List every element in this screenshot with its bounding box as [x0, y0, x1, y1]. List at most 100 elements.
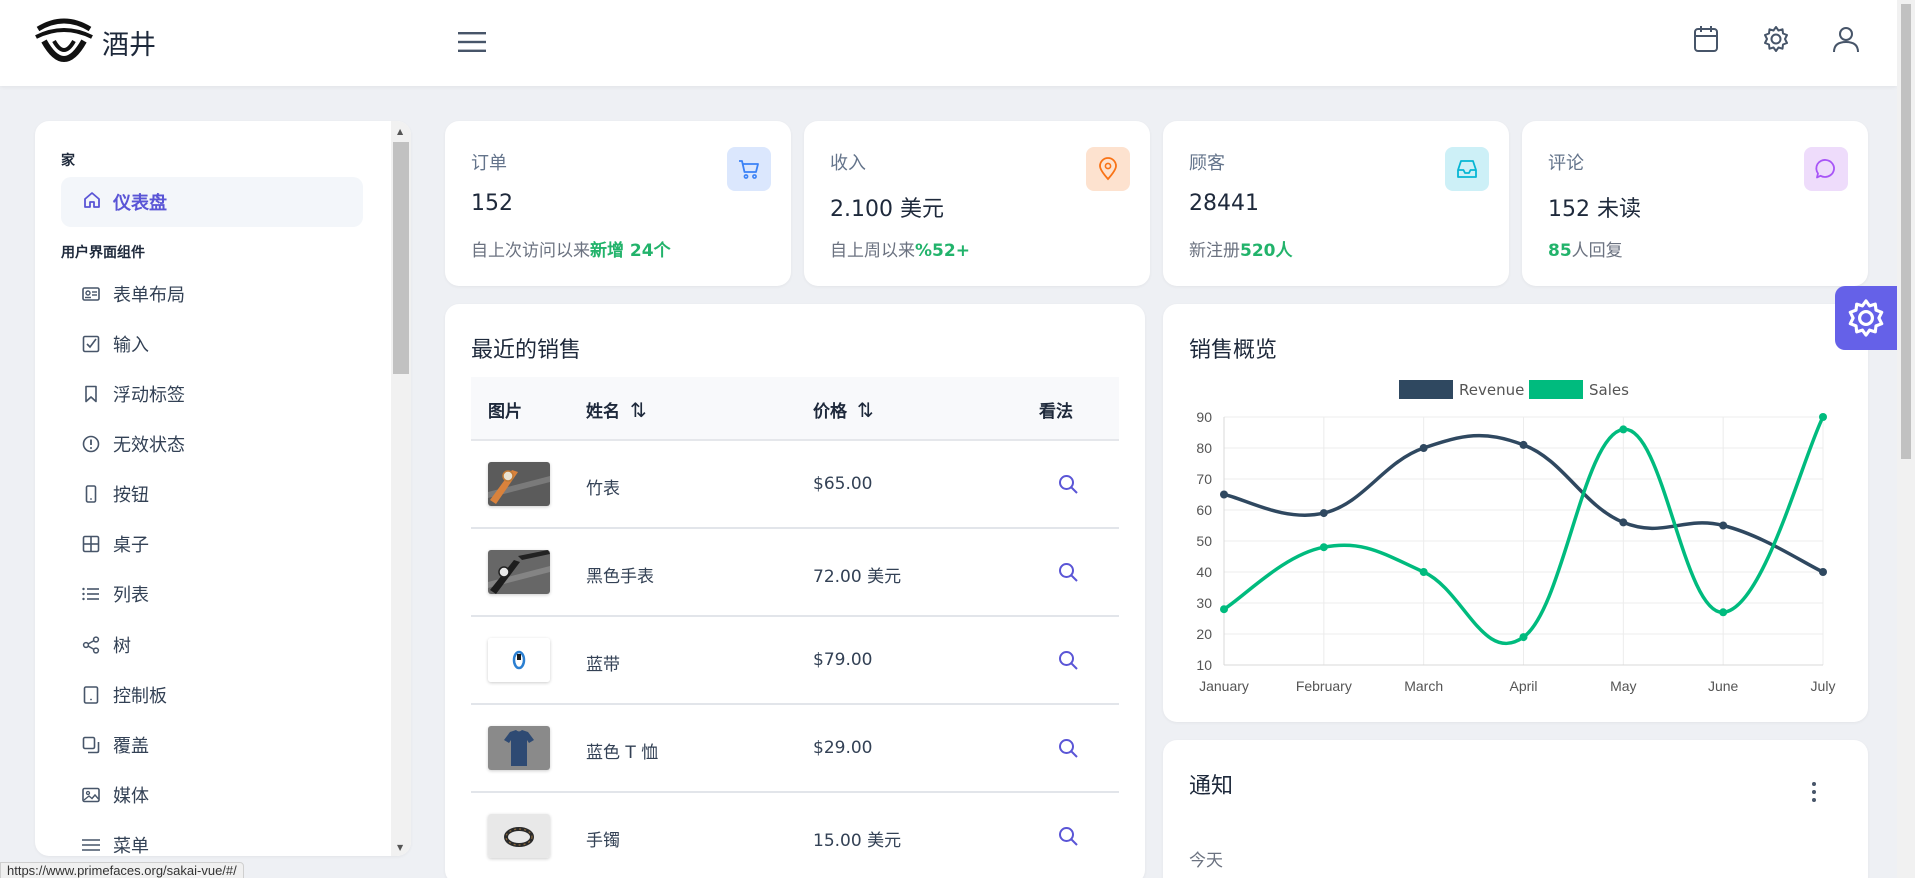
blue-tshirt-thumbnail — [488, 726, 550, 770]
more-options-button[interactable] — [1804, 780, 1824, 804]
calendar-button[interactable] — [1691, 24, 1721, 54]
image-icon — [81, 785, 101, 805]
list-icon — [81, 584, 101, 604]
data-point-revenue — [1419, 444, 1428, 452]
data-point-revenue — [1319, 509, 1328, 518]
sidebar-item-menu[interactable]: 菜单 — [81, 830, 149, 856]
id-card-icon — [81, 284, 101, 304]
product-name: 蓝带 — [586, 655, 620, 675]
sidebar-item-label: 按钮 — [113, 485, 149, 506]
sidebar-item-button[interactable]: 按钮 — [81, 479, 149, 509]
stat-card-customers: 顾客 28441 新注册520人 — [1163, 121, 1509, 286]
sidebar-item-table[interactable]: 桌子 — [81, 529, 149, 559]
table-row: 蓝带 $79.00 — [471, 617, 1119, 705]
profile-button[interactable] — [1831, 24, 1861, 54]
status-bar-url: https://www.primefaces.org/sakai-vue/#/ — [0, 862, 244, 878]
data-point-sales — [1519, 633, 1528, 642]
y-tick-label: 50 — [1196, 533, 1212, 549]
sidebar-item-tree[interactable]: 树 — [81, 630, 131, 660]
sidebar-item-float-label[interactable]: 浮动标签 — [81, 379, 185, 409]
inbox-icon — [1457, 160, 1477, 178]
sidebar-item-label: 树 — [113, 636, 131, 657]
topbar: 酒井 — [0, 0, 1897, 86]
sidebar-section-ui: 用户界面组件 — [61, 245, 145, 261]
sidebar-item-media[interactable]: 媒体 — [81, 780, 149, 810]
settings-button[interactable] — [1761, 24, 1791, 54]
data-point-sales — [1819, 413, 1827, 421]
y-tick-label: 60 — [1196, 502, 1212, 518]
table-row: 蓝色 T 恤 $29.00 — [471, 705, 1119, 793]
product-price: $79.00 — [813, 650, 873, 670]
layout-config-button[interactable] — [1835, 286, 1897, 350]
recent-sales-title: 最近的销售 — [471, 338, 582, 363]
stat-label: 顾客 — [1189, 153, 1225, 174]
menu-toggle-button[interactable] — [455, 25, 489, 59]
view-button[interactable] — [1055, 471, 1081, 497]
scroll-down-arrow-icon[interactable]: ▼ — [397, 843, 403, 852]
data-point-sales — [1619, 425, 1628, 434]
view-button[interactable] — [1055, 647, 1081, 673]
kebab-dot — [1812, 790, 1816, 794]
y-tick-label: 80 — [1196, 440, 1212, 456]
scroll-up-arrow-icon[interactable]: ▲ — [397, 127, 403, 136]
bracelet-thumbnail — [488, 814, 550, 858]
sidebar-item-panel[interactable]: 控制板 — [81, 680, 167, 710]
stat-value: 28441 — [1189, 191, 1259, 216]
sidebar-item-dashboard[interactable]: 仪表盘 — [61, 177, 363, 227]
view-button[interactable] — [1055, 559, 1081, 585]
sidebar-item-label: 浮动标签 — [113, 385, 185, 406]
sidebar-item-invalid-state[interactable]: 无效状态 — [81, 429, 185, 459]
sales-overview-title: 销售概览 — [1189, 338, 1278, 363]
sales-line-chart: 10 20 30 40 50 60 70 80 90 January February March Ap… — [1196, 409, 1835, 694]
column-image: 图片 — [488, 402, 522, 422]
table-row: 黑色手表 72.00 美元 — [471, 529, 1119, 617]
product-name: 黑色手表 — [586, 567, 654, 587]
product-price: 72.00 美元 — [813, 567, 902, 587]
y-tick-label: 30 — [1196, 595, 1212, 611]
search-icon — [1059, 651, 1078, 670]
bookmark-icon — [81, 384, 101, 404]
search-icon — [1059, 563, 1078, 582]
data-point-sales — [1719, 608, 1728, 617]
sidebar-item-label: 表单布局 — [113, 285, 185, 306]
page-scrollbar-thumb[interactable] — [1901, 4, 1911, 459]
data-point-revenue — [1519, 440, 1528, 449]
sidebar-item-overlay[interactable]: 覆盖 — [81, 730, 149, 760]
view-button[interactable] — [1055, 823, 1081, 849]
bamboo-watch-thumbnail — [488, 462, 550, 506]
sales-overview-panel: 销售概览 Revenue Sales 10 20 30 40 50 60 70 80 90 Jan… — [1163, 304, 1868, 722]
page-scrollbar[interactable] — [1897, 0, 1915, 878]
y-tick-label: 20 — [1196, 626, 1212, 642]
gear-icon — [1848, 299, 1884, 337]
sidebar-item-list[interactable]: 列表 — [81, 579, 149, 609]
product-price: 15.00 美元 — [813, 831, 902, 851]
stat-label: 订单 — [471, 153, 507, 174]
sidebar-item-label: 无效状态 — [113, 435, 185, 456]
view-button[interactable] — [1055, 735, 1081, 761]
stat-subtext: 自上次访问以来新增 24个 — [471, 241, 671, 261]
stat-badge — [727, 147, 771, 191]
column-view: 看法 — [1039, 402, 1073, 422]
stat-card-orders: 订单 152 自上次访问以来新增 24个 — [445, 121, 791, 286]
column-name[interactable]: 姓名 ⇅ — [586, 397, 647, 423]
stat-badge — [1445, 147, 1489, 191]
sidebar-scrollbar-thumb[interactable] — [393, 142, 409, 374]
stat-subtext: 85人回复 — [1548, 241, 1623, 261]
search-icon — [1059, 739, 1078, 758]
data-point-sales — [1319, 543, 1328, 552]
column-price[interactable]: 价格 ⇅ — [813, 397, 874, 423]
sort-icon[interactable]: ⇅ — [857, 398, 874, 422]
sort-icon[interactable]: ⇅ — [630, 398, 647, 422]
sidebar-scrollbar[interactable]: ▲ ▼ — [391, 121, 411, 856]
app-logo[interactable]: 酒井 — [34, 17, 156, 67]
stat-subtext: 新注册520人 — [1189, 241, 1293, 261]
notifications-panel: 通知 今天 — [1163, 740, 1868, 878]
gear-icon — [1764, 26, 1788, 52]
black-watch-thumbnail — [488, 550, 550, 594]
data-point-revenue — [1819, 568, 1827, 576]
sidebar-item-form-layout[interactable]: 表单布局 — [81, 279, 185, 309]
shopping-cart-icon — [739, 160, 759, 179]
data-point-revenue — [1619, 518, 1628, 527]
sidebar-item-input[interactable]: 输入 — [81, 329, 149, 359]
x-tick-label: May — [1610, 678, 1636, 694]
